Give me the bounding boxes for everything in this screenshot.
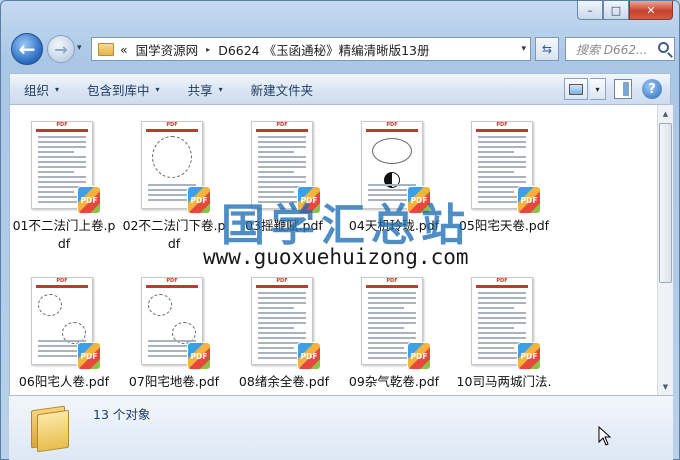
- back-button[interactable]: ←: [11, 33, 43, 65]
- breadcrumb-separator-icon[interactable]: ▸: [206, 45, 210, 54]
- minimize-button[interactable]: –: [577, 1, 603, 20]
- scrollbar-thumb[interactable]: [659, 123, 672, 283]
- search-input[interactable]: 搜索 D662...: [565, 37, 675, 61]
- preview-pane-button[interactable]: [614, 79, 632, 99]
- thumbnail-header: PDF: [166, 278, 178, 284]
- breadcrumb-item-current[interactable]: D6624 《玉函通秘》精编清晰版13册: [218, 40, 429, 59]
- command-bar: 组织 ▾ 包含到库中 ▾ 共享 ▾ 新建文件夹 ▾ ?: [9, 73, 671, 105]
- arrow-right-icon: →: [54, 39, 68, 59]
- file-item[interactable]: PDF PDF 10司马两城门法.: [452, 265, 556, 405]
- file-item[interactable]: PDF PDF 06阳宅人卷.pdf: [12, 265, 116, 405]
- file-item[interactable]: PDF PDF 09杂气乾卷.pdf: [342, 265, 446, 405]
- arrow-left-icon: ←: [18, 37, 36, 61]
- address-dropdown-icon[interactable]: ▾: [521, 44, 526, 54]
- maximize-button[interactable]: □: [603, 1, 629, 20]
- file-name-label: 06阳宅人卷.pdf: [18, 374, 110, 389]
- breadcrumb-item-root[interactable]: 国学资源网: [136, 40, 199, 59]
- change-view-button[interactable]: [564, 78, 588, 100]
- thumbnail-header: PDF: [386, 278, 398, 284]
- new-folder-button[interactable]: 新建文件夹: [237, 74, 328, 104]
- chevron-down-icon: ▾: [155, 84, 160, 94]
- pdf-icon: PDF: [518, 187, 540, 213]
- recent-pages-dropdown[interactable]: ▾: [77, 43, 82, 53]
- thumbnail-header: PDF: [276, 122, 288, 128]
- organize-menu[interactable]: 组织 ▾: [10, 74, 73, 104]
- pdf-icon: PDF: [298, 343, 320, 369]
- view-options-dropdown[interactable]: ▾: [590, 78, 606, 100]
- file-item[interactable]: PDF PDF 02不二法门下卷.pdf: [122, 109, 226, 251]
- scroll-up-icon[interactable]: ▲: [658, 105, 673, 122]
- pdf-icon: PDF: [518, 343, 540, 369]
- share-menu[interactable]: 共享 ▾: [174, 74, 237, 104]
- file-name-label: 08绪余全卷.pdf: [238, 374, 330, 389]
- forward-button[interactable]: →: [47, 35, 75, 63]
- vertical-scrollbar[interactable]: ▲ ▼: [657, 105, 673, 395]
- file-item[interactable]: PDF PDF 08绪余全卷.pdf: [232, 265, 336, 405]
- details-pane: 13 个对象: [9, 395, 673, 460]
- file-item[interactable]: PDF PDF 07阳宅地卷.pdf: [122, 265, 226, 405]
- file-name-label: 01不二法门上卷.pdf: [12, 218, 116, 251]
- share-label: 共享: [187, 82, 213, 98]
- file-name-label: 09杂气乾卷.pdf: [348, 374, 440, 389]
- thumbnail-header: PDF: [166, 122, 178, 128]
- file-name-label: 07阳宅地卷.pdf: [128, 374, 220, 389]
- file-item[interactable]: PDF PDF 01不二法门上卷.pdf: [12, 109, 116, 251]
- address-bar[interactable]: « 国学资源网 ▸ D6624 《玉函通秘》精编清晰版13册 ▾: [91, 37, 531, 61]
- search-placeholder: 搜索 D662...: [576, 42, 648, 57]
- pdf-icon: PDF: [408, 343, 430, 369]
- scroll-down-icon[interactable]: ▼: [658, 378, 673, 395]
- search-icon: [658, 42, 669, 53]
- thumbnail-header: PDF: [276, 278, 288, 284]
- pdf-icon: PDF: [78, 187, 100, 213]
- view-thumbnails-icon: [569, 83, 583, 95]
- chevron-down-icon: ▾: [218, 84, 223, 94]
- include-in-library-menu[interactable]: 包含到库中 ▾: [73, 74, 174, 104]
- close-button[interactable]: ✕: [629, 1, 673, 20]
- caption-buttons: – □ ✕: [577, 1, 673, 20]
- thumbnail-header: PDF: [56, 278, 68, 284]
- watermark-url: www.guoxuehuizong.com: [203, 245, 469, 269]
- breadcrumb-overflow[interactable]: «: [120, 42, 128, 57]
- include-in-library-label: 包含到库中: [87, 82, 150, 98]
- file-name-label: 10司马两城门法.: [456, 374, 552, 389]
- item-count: 13 个对象: [93, 407, 151, 422]
- navigation-bar: ← → ▾ « 国学资源网 ▸ D6624 《玉函通秘》精编清晰版13册 ▾ ⇆…: [9, 31, 675, 69]
- refresh-icon: ⇆: [541, 42, 553, 56]
- pdf-icon: PDF: [78, 343, 100, 369]
- refresh-button[interactable]: ⇆: [535, 37, 559, 61]
- explorer-window: – □ ✕ ← → ▾ « 国学资源网 ▸ D6624 《玉函通秘》精编清晰版1…: [0, 0, 680, 460]
- new-folder-label: 新建文件夹: [250, 82, 314, 98]
- thumbnail-header: PDF: [386, 122, 398, 128]
- watermark-title: 国学汇总站: [221, 200, 471, 251]
- help-button[interactable]: ?: [642, 79, 662, 99]
- thumbnail-header: PDF: [496, 278, 508, 284]
- organize-label: 组织: [24, 82, 50, 98]
- folder-large-icon: [31, 402, 71, 453]
- pdf-icon: PDF: [188, 343, 210, 369]
- thumbnail-header: PDF: [496, 122, 508, 128]
- chevron-down-icon: ▾: [55, 84, 60, 94]
- folder-icon: [98, 42, 114, 56]
- pdf-icon: PDF: [188, 187, 210, 213]
- thumbnail-header: PDF: [56, 122, 68, 128]
